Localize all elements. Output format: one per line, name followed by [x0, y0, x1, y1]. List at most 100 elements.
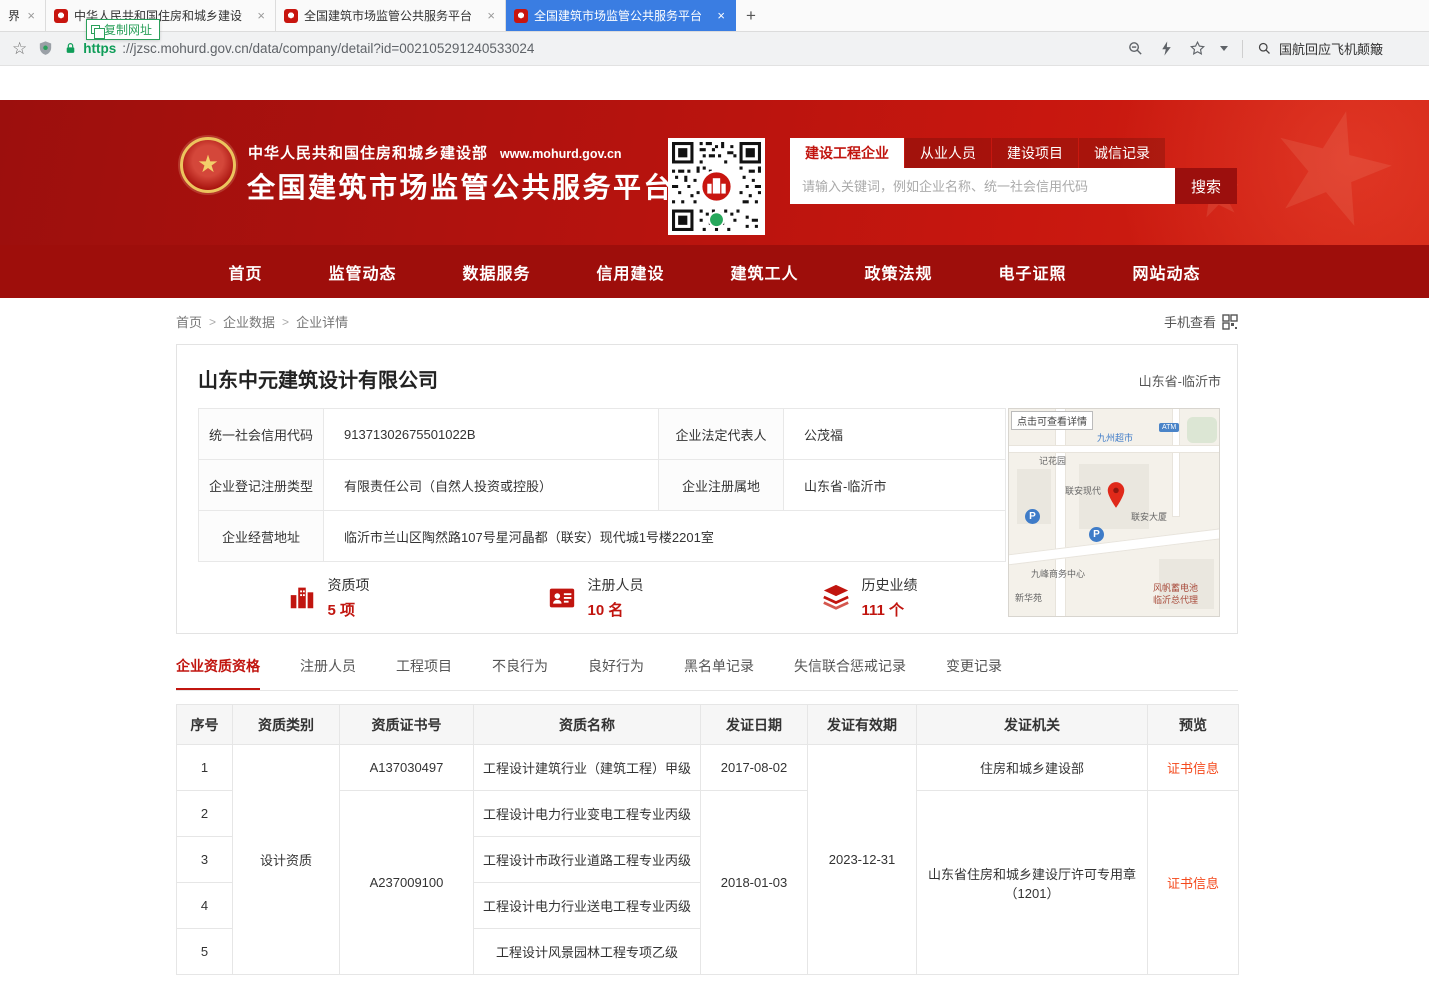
search-tab-credit[interactable]: 诚信记录	[1079, 138, 1165, 168]
keyword-search-input[interactable]	[790, 168, 1175, 204]
shield-icon[interactable]	[37, 40, 54, 57]
map-label-business-center: 九峰商务中心	[1031, 567, 1085, 580]
tab-projects[interactable]: 工程项目	[396, 656, 452, 690]
map-label-xinhua: 新华苑	[1015, 591, 1042, 604]
cell-serial: 2	[177, 791, 233, 837]
info-label: 企业登记注册类型	[199, 460, 324, 511]
cell-qual-name: 工程设计电力行业变电工程专业丙级	[474, 791, 701, 837]
tab-close-icon[interactable]: ×	[25, 8, 37, 23]
credit-code-value: 91371302675501022B	[324, 409, 659, 460]
address-value: 临沂市兰山区陶然路107号星河晶都（联安）现代城1号楼2201室	[324, 511, 1006, 562]
search-tab-enterprise[interactable]: 建设工程企业	[790, 138, 904, 168]
qualification-table: 序号 资质类别 资质证书号 资质名称 发证日期 发证有效期 发证机关 预览 1 …	[176, 704, 1239, 975]
certificate-info-link[interactable]: 证书信息	[1167, 761, 1219, 776]
stat-qualifications: 资质项 5 项	[287, 575, 370, 620]
info-label: 企业经营地址	[199, 511, 324, 562]
breadcrumb-home[interactable]: 首页	[176, 312, 202, 331]
search-button[interactable]: 搜索	[1175, 168, 1237, 204]
mobile-view[interactable]: 手机查看	[1164, 312, 1238, 331]
table-row: 1 设计资质 A137030497 工程设计建筑行业（建筑工程）甲级 2017-…	[177, 745, 1239, 791]
copy-icon	[91, 25, 100, 34]
nav-credit[interactable]: 信用建设	[563, 260, 697, 284]
nav-data-service[interactable]: 数据服务	[429, 260, 563, 284]
nav-policy[interactable]: 政策法规	[832, 260, 966, 284]
national-emblem-icon: ★	[180, 137, 236, 193]
search-tab-personnel[interactable]: 从业人员	[905, 138, 991, 168]
copy-url-label: 复制网址	[104, 21, 152, 38]
search-tab-project[interactable]: 建设项目	[992, 138, 1078, 168]
divider	[1242, 40, 1243, 58]
map-label-modern: 联安现代	[1065, 484, 1101, 497]
tab-label: 全国建筑市场监管公共服务平台	[534, 7, 709, 24]
tab-registered-personnel[interactable]: 注册人员	[300, 656, 356, 690]
platform-title: 全国建筑市场监管公共服务平台	[247, 166, 674, 206]
company-location-map[interactable]: 点击可查看详情 九州超市 ATM 记花园 联安现代 联安大厦 P P 九峰商务中…	[1008, 408, 1220, 617]
tab-close-icon[interactable]: ×	[715, 8, 727, 23]
col-valid-until: 发证有效期	[808, 705, 917, 745]
breadcrumb: 首页 > 企业数据 > 企业详情 手机查看	[176, 312, 1238, 331]
map-label-supermarket: 九州超市	[1097, 431, 1133, 444]
cell-serial: 3	[177, 837, 233, 883]
cell-qual-name: 工程设计建筑行业（建筑工程）甲级	[474, 745, 701, 791]
cell-valid-until: 2023-12-31	[808, 745, 917, 975]
tab-close-icon[interactable]: ×	[255, 8, 267, 23]
map-hint: 点击可查看详情	[1011, 411, 1093, 430]
page-top-gap	[0, 66, 1429, 100]
browser-tab-strip: 界 × 中华人民共和国住房和城乡建设 × 全国建筑市场监管公共服务平台 × 全国…	[0, 0, 1429, 32]
col-qual-name: 资质名称	[474, 705, 701, 745]
nav-workers[interactable]: 建筑工人	[698, 260, 832, 284]
stat-history-performance: 历史业绩 111 个	[821, 575, 918, 620]
stat-value: 10 名	[588, 599, 644, 620]
certificate-info-link[interactable]: 证书信息	[1167, 876, 1219, 891]
qualification-icon	[287, 582, 317, 612]
platform-qr-code	[668, 138, 765, 235]
tab-blacklist[interactable]: 黑名单记录	[684, 656, 754, 690]
company-name: 山东中元建筑设计有限公司	[198, 364, 438, 393]
cell-qual-name: 工程设计风景园林工程专项乙级	[474, 929, 701, 975]
lightning-icon[interactable]	[1158, 40, 1175, 57]
cell-issue-date: 2018-01-03	[701, 791, 808, 975]
hot-search-text: 国航回应飞机颠簸	[1279, 39, 1383, 58]
ministry-name: 中华人民共和国住房和城乡建设部	[248, 142, 488, 163]
tab-label: 界	[8, 7, 19, 24]
tab-close-icon[interactable]: ×	[485, 8, 497, 23]
zoom-icon[interactable]	[1127, 40, 1144, 57]
stat-label: 注册人员	[588, 575, 644, 595]
nav-supervision[interactable]: 监管动态	[295, 260, 429, 284]
cell-serial: 5	[177, 929, 233, 975]
tab-change-records[interactable]: 变更记录	[946, 656, 1002, 690]
nav-site-news[interactable]: 网站动态	[1100, 260, 1234, 284]
col-cert-no: 资质证书号	[340, 705, 474, 745]
nav-home[interactable]: 首页	[195, 260, 295, 284]
browser-tab-active[interactable]: 全国建筑市场监管公共服务平台 ×	[506, 0, 736, 31]
nav-e-license[interactable]: 电子证照	[966, 260, 1100, 284]
copy-url-tooltip: 复制网址	[86, 19, 160, 40]
tab-qualifications[interactable]: 企业资质资格	[176, 656, 260, 690]
company-stats: 资质项 5 项 注册人员 10 名	[198, 569, 1006, 625]
table-header-row: 序号 资质类别 资质证书号 资质名称 发证日期 发证有效期 发证机关 预览	[177, 705, 1239, 745]
cell-serial: 4	[177, 883, 233, 929]
chevron-down-icon[interactable]	[1220, 46, 1228, 51]
favorite-star-icon[interactable]	[1189, 40, 1206, 57]
browser-search-box[interactable]: 国航回应飞机颠簸	[1257, 39, 1417, 58]
browser-tab-mohurd[interactable]: 中华人民共和国住房和城乡建设 ×	[46, 0, 276, 31]
header-search-module: 建设工程企业 从业人员 建设项目 诚信记录 搜索	[790, 138, 1237, 204]
map-label-tower: 联安大厦	[1131, 510, 1167, 523]
tab-dishonesty-records[interactable]: 失信联合惩戒记录	[794, 656, 906, 690]
stat-value: 5 项	[328, 599, 370, 620]
url-field[interactable]: https://jzsc.mohurd.gov.cn/data/company/…	[64, 41, 1117, 56]
new-tab-button[interactable]: +	[736, 0, 766, 31]
breadcrumb-separator: >	[282, 315, 289, 329]
browser-tab-partial[interactable]: 界 ×	[0, 0, 46, 31]
tab-bad-behavior[interactable]: 不良行为	[492, 656, 548, 690]
qr-code-icon	[1222, 314, 1238, 330]
mobile-view-label: 手机查看	[1164, 312, 1216, 331]
company-summary-card: 山东中元建筑设计有限公司 山东省-临沂市 统一社会信用代码 9137130267…	[176, 344, 1238, 634]
cell-preview: 证书信息	[1148, 791, 1239, 975]
breadcrumb-company-data[interactable]: 企业数据	[223, 312, 275, 331]
url-text: ://jzsc.mohurd.gov.cn/data/company/detai…	[122, 41, 534, 56]
tab-good-behavior[interactable]: 良好行为	[588, 656, 644, 690]
personnel-icon	[547, 582, 577, 612]
bookmark-star-icon[interactable]: ☆	[12, 39, 27, 59]
browser-tab-jzsc[interactable]: 全国建筑市场监管公共服务平台 ×	[276, 0, 506, 31]
